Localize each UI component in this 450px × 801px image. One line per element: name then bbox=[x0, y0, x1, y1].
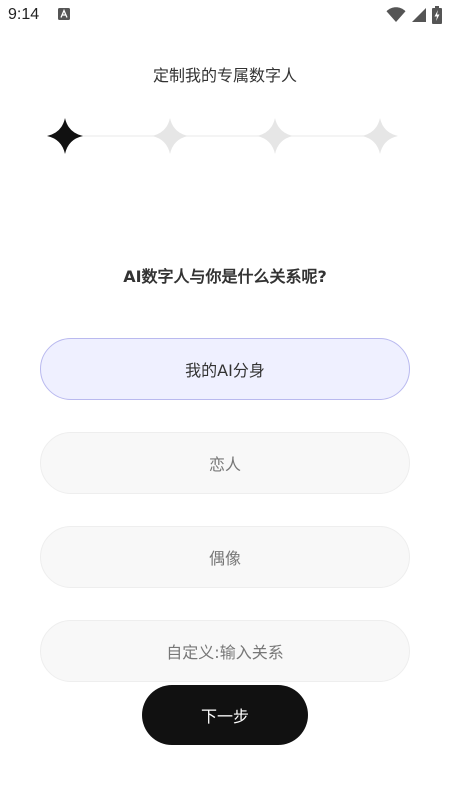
relationship-options: 我的AI分身 恋人 偶像 自定义:输入关系 bbox=[40, 338, 410, 714]
option-ai-clone[interactable]: 我的AI分身 bbox=[40, 338, 410, 400]
option-custom-relationship[interactable]: 自定义:输入关系 bbox=[40, 620, 410, 682]
step-progress bbox=[40, 112, 410, 160]
android-a-icon bbox=[58, 8, 70, 20]
wifi-icon bbox=[386, 7, 406, 22]
step-star-icon bbox=[362, 118, 398, 154]
cell-signal-icon bbox=[412, 8, 426, 22]
page-title: 定制我的专属数字人 bbox=[152, 66, 297, 85]
step-star-icon-active bbox=[47, 118, 83, 154]
battery-charging-icon bbox=[432, 6, 442, 24]
question-text: AI数字人与你是什么关系呢? bbox=[123, 267, 327, 286]
step-progress-graphic bbox=[47, 118, 398, 154]
status-time: 9:14 bbox=[8, 6, 40, 23]
option-idol[interactable]: 偶像 bbox=[40, 526, 410, 588]
option-lover[interactable]: 恋人 bbox=[40, 432, 410, 494]
status-bar: 9:14 bbox=[0, 0, 450, 32]
next-step-button[interactable]: 下一步 bbox=[142, 685, 308, 745]
step-star-icon bbox=[257, 118, 293, 154]
status-icons bbox=[386, 6, 442, 24]
step-star-icon bbox=[152, 118, 188, 154]
